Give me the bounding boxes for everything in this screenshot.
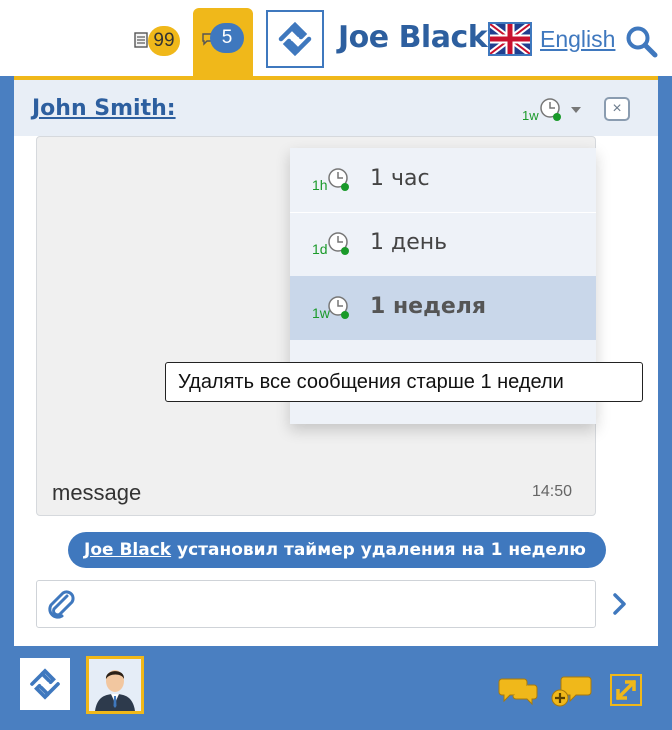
message-time: 14:50 xyxy=(532,483,573,500)
notes-icon xyxy=(134,32,148,48)
system-message: Joe Black установил таймер удаления на 1… xyxy=(68,532,606,568)
tab-chats[interactable]: 5 xyxy=(193,8,253,80)
timer-option-label: 1 день xyxy=(370,230,448,255)
app-logo-icon[interactable] xyxy=(20,658,70,710)
timer-select[interactable]: 1w xyxy=(520,96,586,126)
contact-name[interactable]: John Smith: xyxy=(32,96,176,121)
notes-count-badge: 99 xyxy=(148,26,180,56)
language-link[interactable]: English xyxy=(540,26,615,53)
chats-icon[interactable] xyxy=(498,676,538,706)
system-message-actor[interactable]: Joe Black xyxy=(84,540,171,560)
timer-option-1w[interactable]: 1w 1 неделя xyxy=(290,276,596,340)
clock-timer-icon: 1h xyxy=(312,168,349,193)
svg-text:1h: 1h xyxy=(312,177,328,193)
message-input[interactable] xyxy=(36,580,596,628)
timer-option-1h[interactable]: 1h 1 час xyxy=(290,148,596,212)
avatar[interactable] xyxy=(86,656,144,714)
close-chat-button[interactable]: × xyxy=(604,97,630,121)
chevron-right-icon[interactable] xyxy=(608,590,632,618)
search-icon[interactable] xyxy=(624,24,658,58)
svg-text:1d: 1d xyxy=(312,241,328,257)
timer-option-label: 1 неделя xyxy=(370,294,487,319)
uk-flag-icon[interactable] xyxy=(488,22,532,56)
app-logo-icon[interactable] xyxy=(266,10,324,68)
timer-select-label: 1w xyxy=(522,108,539,123)
paperclip-icon[interactable] xyxy=(44,590,78,620)
clock-timer-icon: 1w xyxy=(312,296,349,321)
svg-text:1w: 1w xyxy=(312,305,331,321)
frame-left xyxy=(0,76,14,730)
expand-icon[interactable] xyxy=(610,674,642,706)
timer-tooltip: Удалять все сообщения старше 1 недели xyxy=(165,362,643,402)
tab-notes[interactable]: 99 xyxy=(128,22,186,60)
current-user-name[interactable]: Joe Black xyxy=(338,20,488,55)
timer-option-1d[interactable]: 1d 1 день xyxy=(290,212,596,276)
frame-right xyxy=(658,76,672,730)
system-message-text: установил таймер удаления на 1 неделю xyxy=(171,540,586,560)
new-chat-icon[interactable] xyxy=(550,672,594,708)
timer-option-label: 1 час xyxy=(370,166,430,191)
chats-count-badge: 5 xyxy=(210,23,244,53)
message-text: message xyxy=(52,480,142,505)
clock-timer-icon: 1d xyxy=(312,232,349,257)
